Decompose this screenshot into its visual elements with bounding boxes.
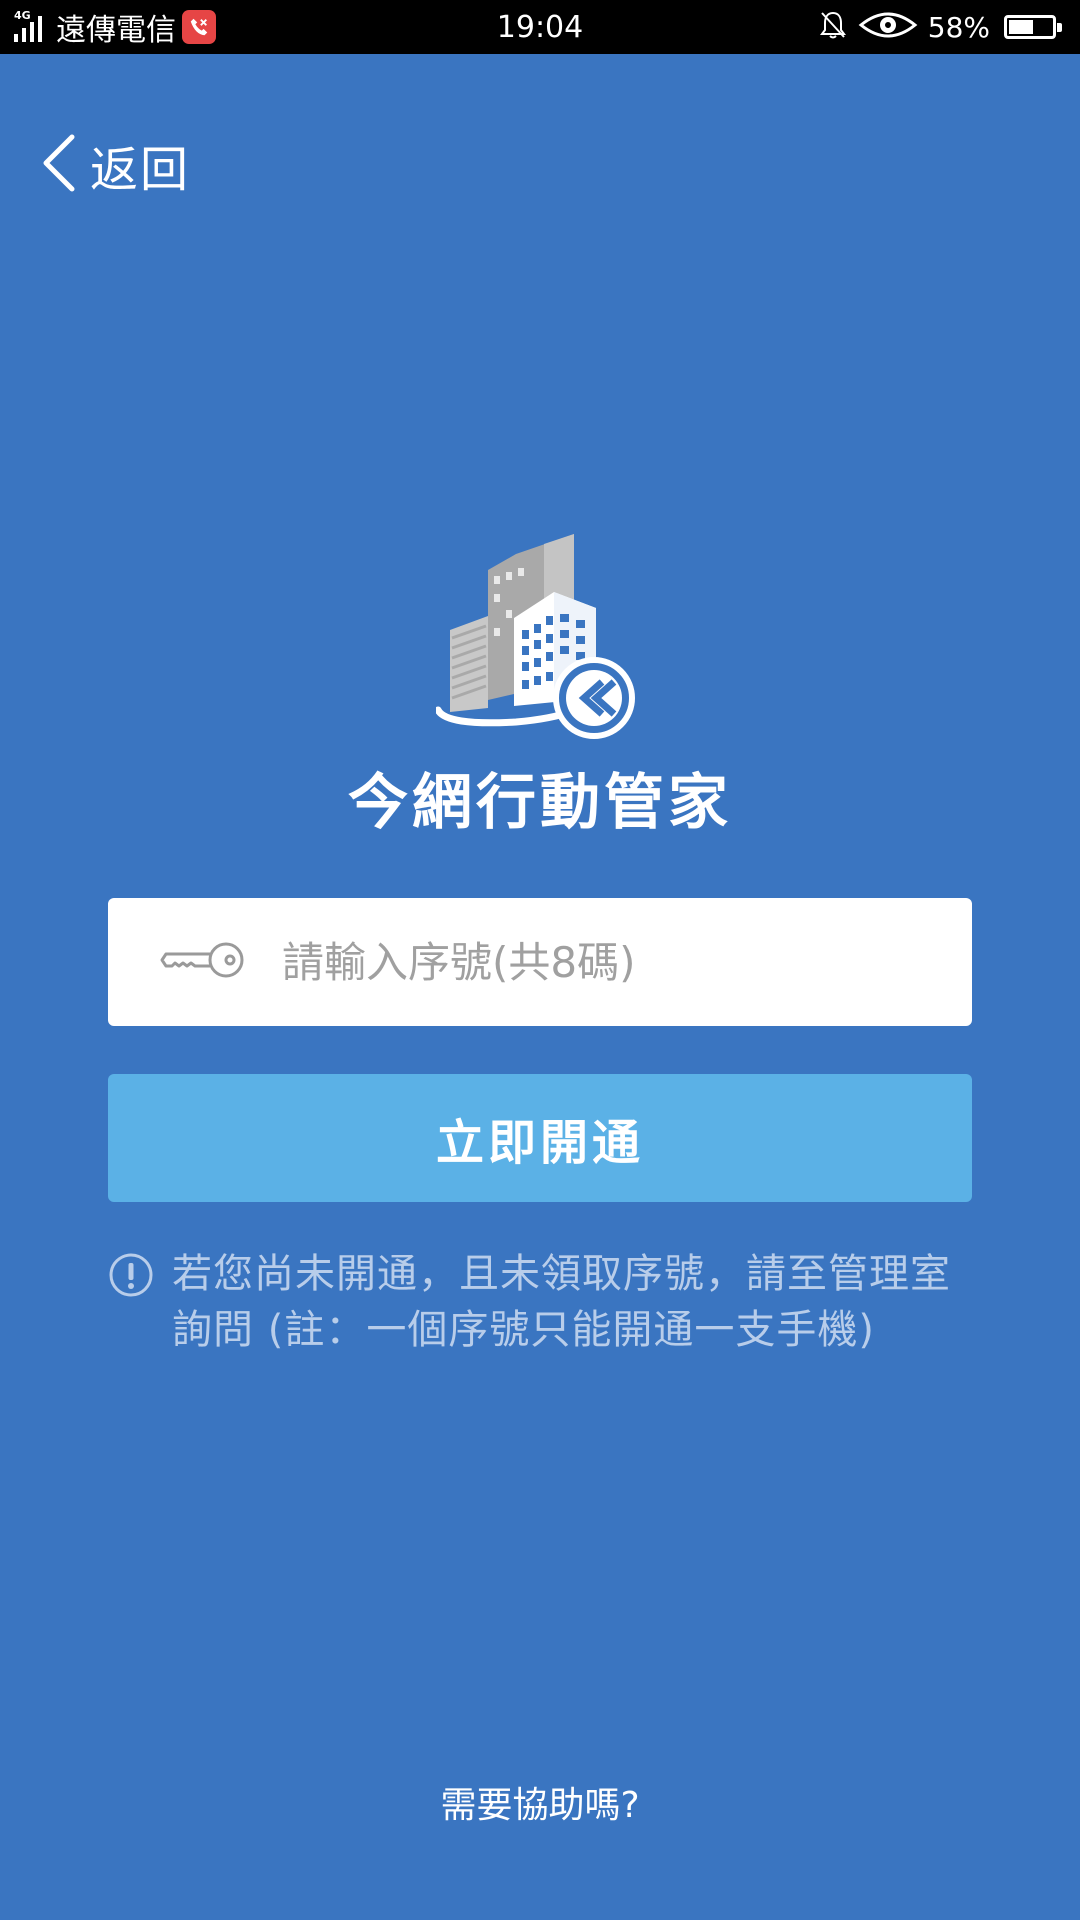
back-label: 返回 [90,142,191,198]
carrier-name: 遠傳電信 [56,13,176,48]
building-logo-icon [434,530,646,740]
eye-icon [858,9,918,45]
activate-button[interactable]: 立即開通 [108,1074,972,1202]
call-badge-icon [182,10,216,44]
app-title: 今網行動管家 [348,768,732,838]
chevron-left-icon [40,133,76,197]
key-icon [160,938,246,986]
help-link[interactable]: 需要協助嗎? [0,1776,1080,1828]
serial-field[interactable] [108,898,972,1026]
battery-percent: 58% [927,10,990,44]
status-left: 4G 遠傳電信 [14,5,818,49]
bell-off-icon [818,9,848,45]
battery-fill [1009,20,1033,34]
battery-icon [1004,15,1062,39]
serial-input[interactable] [280,936,844,988]
notice: 若您尚未開通，且未領取序號，請至管理室詢問 (註：一個序號只能開通一支手機) [108,1246,978,1358]
notice-text: 若您尚未開通，且未領取序號，請至管理室詢問 (註：一個序號只能開通一支手機) [172,1251,951,1353]
status-right: 58% [818,9,1066,45]
signal-icon: 4G [14,9,46,42]
exclamation-circle-icon [108,1252,154,1302]
status-bar: 4G 遠傳電信 19:04 58% [0,0,1080,54]
back-button[interactable]: 返回 [40,130,190,200]
network-type: 4G [14,9,31,22]
